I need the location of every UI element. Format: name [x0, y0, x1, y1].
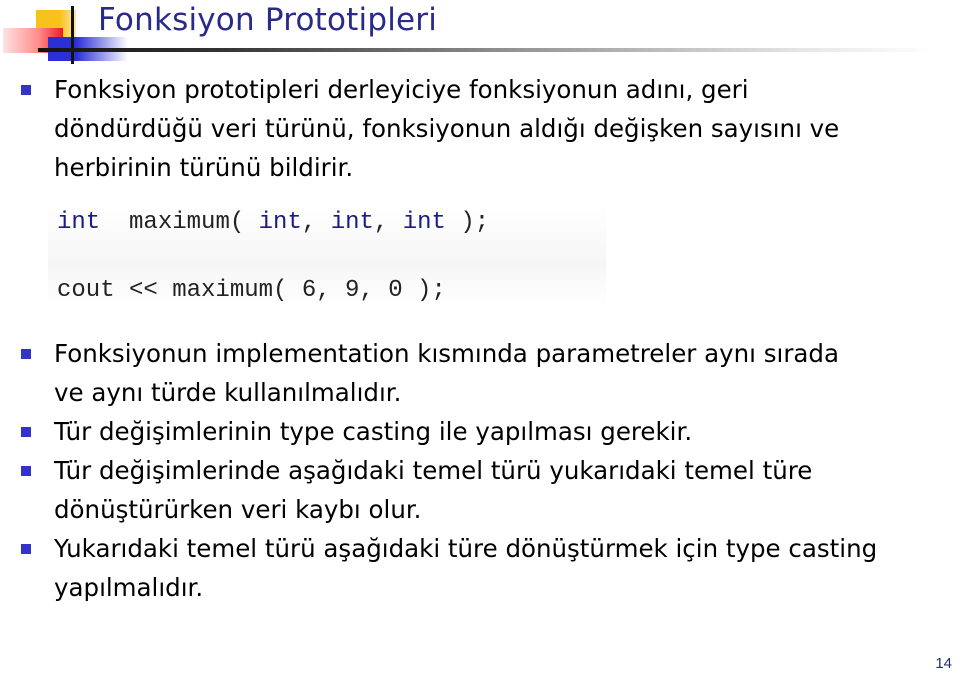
- code-snippet: int maximum( int, int, int ); cout << ma…: [48, 202, 606, 307]
- code-line-call: cout << maximum( 6, 9, 0 );: [57, 277, 446, 304]
- bullet-square-icon: [21, 349, 31, 359]
- slide-title: Fonksiyon Prototipleri: [98, 2, 438, 38]
- bullet-item: Tür değişimlerinde aşağıdaki temel türü …: [20, 451, 950, 529]
- bullet-item: Tür değişimlerinin type casting ile yapı…: [20, 412, 950, 451]
- title-underline: [38, 48, 938, 52]
- bullet-text: Fonksiyon prototipleri derleyiciye fonks…: [54, 75, 840, 182]
- code-keyword: int: [330, 209, 374, 236]
- bullet-list-top: Fonksiyon prototipleri derleyiciye fonks…: [20, 70, 900, 187]
- bullet-square-icon: [21, 85, 31, 95]
- bullet-square-icon: [21, 427, 31, 437]
- bullet-list-bottom: Fonksiyonun implementation kısmında para…: [20, 334, 950, 607]
- code-keyword: int: [402, 209, 446, 236]
- bullet-item: Yukarıdaki temel türü aşağıdaki türe dön…: [20, 529, 934, 607]
- code-text: ,: [301, 209, 331, 236]
- code-text: );: [445, 209, 490, 236]
- bullet-square-icon: [21, 544, 31, 554]
- page-number: 14: [935, 655, 952, 672]
- bullet-text: Tür değişimlerinde aşağıdaki temel türü …: [54, 456, 813, 524]
- code-text: maximum(: [100, 209, 259, 236]
- bullet-square-icon: [21, 466, 31, 476]
- code-keyword: int: [258, 209, 302, 236]
- bullet-item: Fonksiyon prototipleri derleyiciye fonks…: [20, 70, 900, 187]
- bullet-text: Tür değişimlerinin type casting ile yapı…: [54, 417, 693, 446]
- decoration-vertical-line: [71, 6, 74, 64]
- code-text: ,: [373, 209, 403, 236]
- code-line-prototype: int maximum( int, int, int );: [57, 209, 489, 236]
- code-keyword: int: [57, 209, 101, 236]
- bullet-item: Fonksiyonun implementation kısmında para…: [20, 334, 874, 412]
- bullet-text: Fonksiyonun implementation kısmında para…: [54, 339, 839, 407]
- bullet-text: Yukarıdaki temel türü aşağıdaki türe dön…: [54, 534, 878, 602]
